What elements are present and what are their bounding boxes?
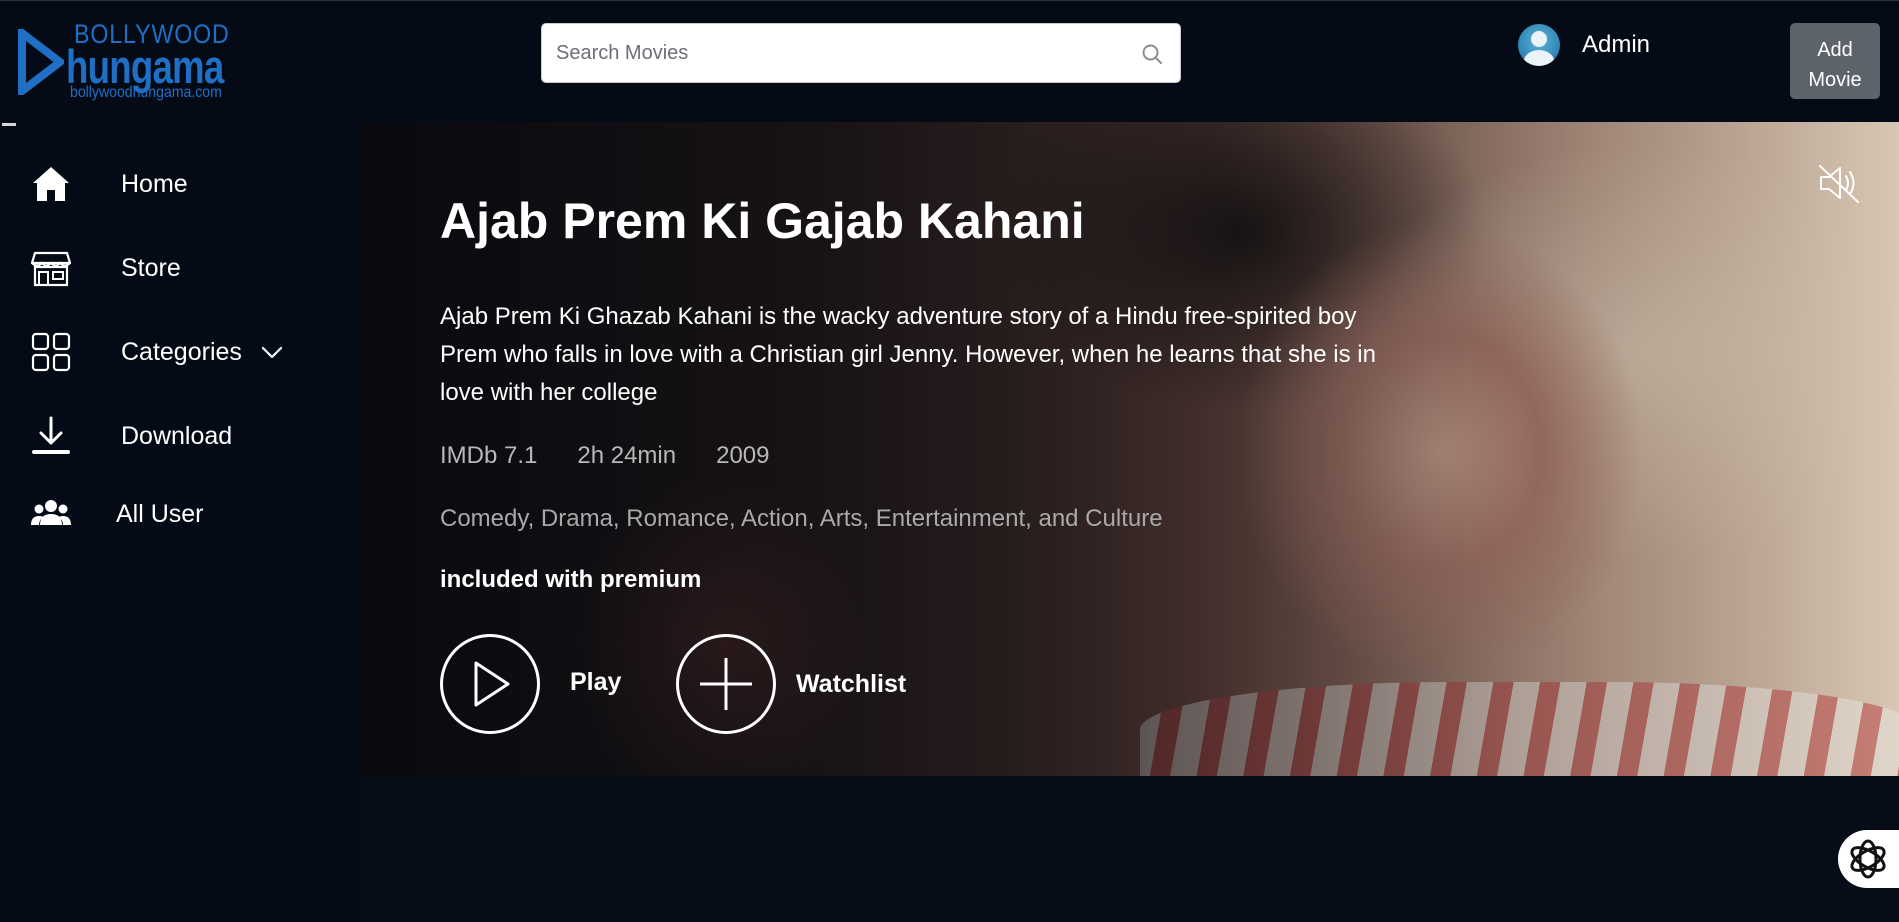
plus-icon [700, 658, 752, 710]
home-icon [33, 167, 69, 201]
movie-duration: 2h 24min [577, 442, 677, 469]
hero-banner: Ajab Prem Ki Gajab Kahani Ajab Prem Ki G… [360, 122, 1899, 776]
sidebar-item-label: Store [121, 253, 181, 282]
sidebar-item-label: Download [121, 421, 233, 450]
play-logo-icon [18, 29, 64, 95]
movie-genres: Comedy, Drama, Romance, Action, Arts, En… [440, 505, 1163, 532]
user-menu[interactable]: Admin [1518, 23, 1650, 67]
watchlist-circle [676, 634, 776, 734]
assistant-widget[interactable] [1838, 830, 1899, 888]
top-header: BOLLYWOOD hungama bollywoodhungama.com A… [0, 0, 1899, 122]
watchlist-label: Watchlist [796, 669, 907, 698]
sidebar-item-download[interactable]: Download [0, 406, 340, 466]
users-icon [31, 500, 71, 525]
chevron-down-icon[interactable] [260, 340, 284, 364]
search-icon[interactable] [1140, 42, 1164, 66]
availability-label: included with premium [440, 566, 702, 593]
volume-muted-icon[interactable] [1816, 160, 1862, 206]
add-movie-button[interactable]: Add Movie [1790, 23, 1880, 99]
grid-icon [31, 332, 71, 372]
movie-title: Ajab Prem Ki Gajab Kahani [440, 193, 1085, 249]
movie-description: Ajab Prem Ki Ghazab Kahani is the wacky … [440, 303, 1376, 406]
sidebar: Home Store Categories Download All User [0, 122, 360, 922]
sidebar-item-all-user[interactable]: All User [0, 484, 340, 544]
play-button[interactable]: Play [440, 634, 621, 734]
play-icon [474, 661, 510, 707]
watchlist-button[interactable]: Watchlist [676, 634, 906, 734]
sidebar-item-label: Home [121, 169, 188, 198]
bollywood-hungama-logo[interactable]: BOLLYWOOD hungama bollywoodhungama.com [18, 19, 229, 107]
user-name: Admin [1582, 31, 1651, 58]
avatar-head-shape [1531, 31, 1547, 47]
logo-url-text: bollywoodhungama.com [70, 84, 222, 101]
movie-meta: IMDb 7.1 2h 24min 2009 [440, 442, 810, 470]
app-page: BOLLYWOOD hungama bollywoodhungama.com A… [0, 0, 1899, 922]
avatar [1518, 24, 1560, 66]
sidebar-item-store[interactable]: Store [0, 238, 340, 298]
search-box [541, 23, 1181, 83]
search-input[interactable] [556, 24, 1116, 82]
openai-logo-icon [1850, 839, 1886, 879]
sidebar-item-label: Categories [121, 337, 242, 366]
avatar-body-shape [1524, 50, 1554, 66]
imdb-rating: IMDb 7.1 [440, 442, 538, 469]
store-icon [30, 251, 72, 287]
sidebar-item-label: All User [116, 499, 204, 528]
sidebar-item-home[interactable]: Home [0, 154, 340, 214]
download-icon [32, 416, 70, 454]
sidebar-toggle-mark[interactable] [2, 123, 16, 126]
play-label: Play [570, 667, 622, 696]
release-year: 2009 [716, 442, 770, 469]
sidebar-item-categories[interactable]: Categories [0, 322, 340, 382]
play-circle [440, 634, 540, 734]
